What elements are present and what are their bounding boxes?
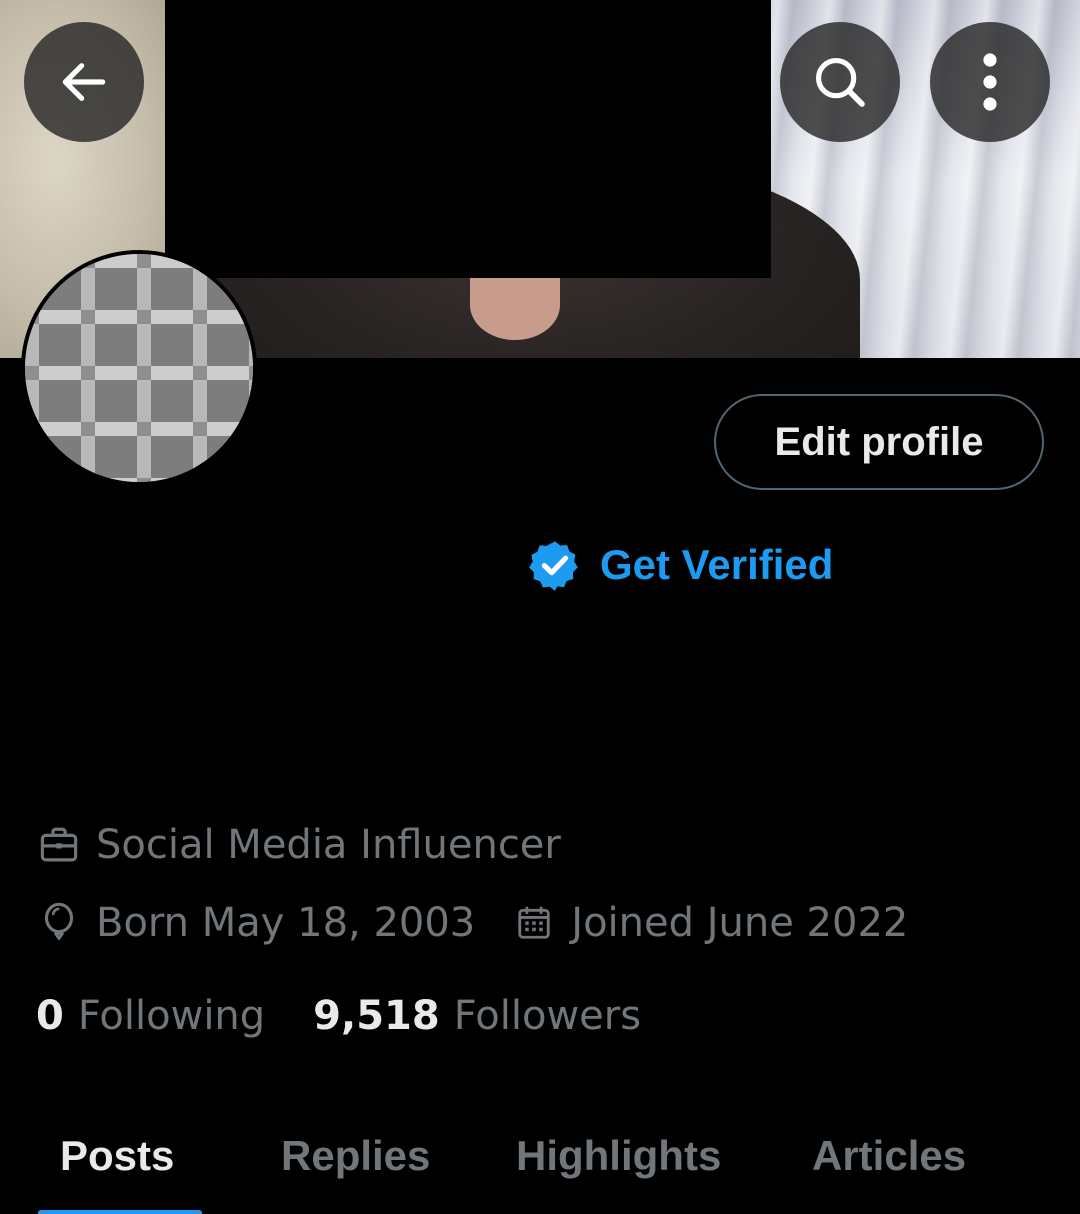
more-vertical-icon <box>983 53 997 111</box>
get-verified-link[interactable]: Get Verified <box>528 535 833 595</box>
search-button[interactable] <box>780 22 900 142</box>
joined-text: Joined June 2022 <box>571 900 909 946</box>
following-label: Following <box>77 993 266 1039</box>
tab-articles[interactable]: Articles <box>812 1132 966 1180</box>
active-tab-indicator <box>38 1210 202 1214</box>
arrow-left-icon <box>62 63 106 101</box>
banner-figure-neck <box>470 270 560 340</box>
tab-highlights[interactable]: Highlights <box>516 1132 721 1180</box>
follow-stats: 0 Following 9,518 Followers <box>36 993 641 1039</box>
more-options-button[interactable] <box>930 22 1050 142</box>
balloon-icon <box>36 900 82 946</box>
followers-link[interactable]: 9,518 Followers <box>313 993 641 1039</box>
profession-text: Social Media Influencer <box>96 822 561 868</box>
avatar-image-pixelated <box>25 254 253 482</box>
edit-profile-button[interactable]: Edit profile <box>714 394 1044 490</box>
following-count: 0 <box>36 993 64 1039</box>
briefcase-icon <box>36 822 82 868</box>
avatar[interactable] <box>21 250 257 486</box>
following-link[interactable]: 0 Following <box>36 993 265 1039</box>
back-button[interactable] <box>24 22 144 142</box>
followers-label: Followers <box>453 993 642 1039</box>
profile-page: Edit profile Get Verified Social Media I… <box>0 0 1080 1214</box>
search-icon <box>815 57 865 107</box>
birthday-text: Born May 18, 2003 <box>96 900 476 946</box>
profession-row: Social Media Influencer <box>36 822 561 868</box>
profile-tabs: Posts Replies Highlights Articles <box>0 1120 1080 1214</box>
tab-posts[interactable]: Posts <box>60 1132 174 1180</box>
verified-badge-icon <box>529 541 578 591</box>
get-verified-label: Get Verified <box>600 541 834 588</box>
calendar-icon <box>511 900 557 946</box>
tab-replies[interactable]: Replies <box>281 1132 430 1180</box>
followers-count: 9,518 <box>313 993 440 1039</box>
dates-row: Born May 18, 2003 Joined June 2022 <box>36 900 908 946</box>
redaction-block <box>165 0 771 278</box>
